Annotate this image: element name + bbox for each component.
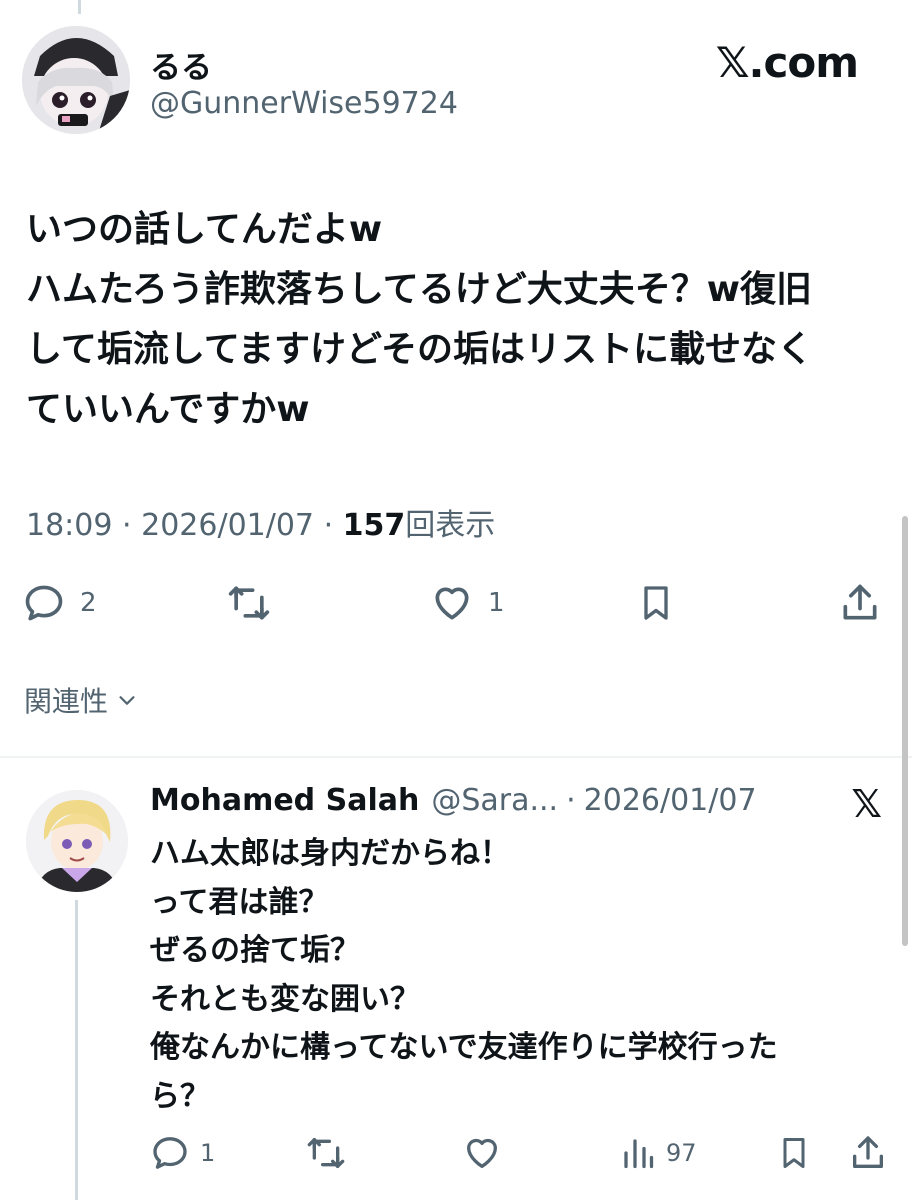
bookmark-button[interactable] — [636, 578, 676, 628]
like-button[interactable] — [462, 1128, 502, 1178]
share-icon — [853, 1136, 883, 1168]
thread-connector-top — [78, 0, 81, 14]
reply-avatar[interactable] — [26, 790, 128, 892]
author-handle[interactable]: @GunnerWise59724 — [150, 86, 458, 121]
share-button[interactable] — [848, 1128, 888, 1178]
tweet-time: 18:09 — [26, 508, 113, 543]
views-button[interactable]: 97 — [620, 1128, 697, 1178]
views-icon — [624, 1139, 654, 1169]
like-button[interactable]: 1 — [430, 578, 505, 628]
reply-author-name[interactable]: Mohamed Salah — [150, 783, 419, 818]
reply-count: 2 — [80, 588, 97, 618]
reply-action-bar: 1 97 — [0, 1128, 912, 1178]
reply-icon — [153, 1137, 187, 1169]
divider — [0, 756, 912, 758]
meta-separator: · — [122, 508, 132, 543]
chevron-down-icon — [119, 696, 135, 705]
like-count: 1 — [488, 588, 505, 618]
tweet-action-bar: 2 1 — [0, 578, 912, 628]
meta-separator: · — [566, 783, 576, 818]
x-logo-icon: 𝕏.com — [715, 38, 859, 87]
bookmark-icon — [783, 1138, 805, 1168]
share-icon — [843, 584, 877, 620]
reply-count: 1 — [200, 1139, 216, 1167]
share-button[interactable] — [838, 578, 882, 628]
view-count: 157 — [342, 508, 406, 543]
reply-button[interactable]: 1 — [150, 1128, 215, 1178]
sort-relevance-toggle[interactable]: 関連性 — [24, 680, 138, 720]
views-label: 回表示 — [405, 508, 496, 543]
bookmark-button[interactable] — [776, 1128, 812, 1178]
x-logo-icon: 𝕏 — [851, 782, 882, 826]
like-icon — [435, 587, 469, 620]
scrollbar[interactable] — [902, 516, 908, 946]
sort-label: 関連性 — [24, 685, 109, 718]
reply-author-handle[interactable]: @Sara... — [431, 783, 558, 818]
tweet-date[interactable]: 2026/01/07 — [141, 508, 314, 543]
reply-button[interactable]: 2 — [22, 578, 97, 628]
retweet-button[interactable] — [305, 1128, 347, 1178]
reply-icon — [25, 585, 63, 621]
avatar[interactable] — [22, 26, 130, 134]
author-name[interactable]: るる — [150, 42, 212, 87]
reply-date[interactable]: 2026/01/07 — [584, 783, 757, 818]
view-count: 97 — [666, 1139, 697, 1167]
retweet-icon — [228, 586, 270, 620]
retweet-icon — [307, 1138, 345, 1168]
reply-text: ハム太郎は身内だからね！ って君は誰？ ぜるの捨て垢？ それとも変な囲い？ 俺な… — [150, 836, 778, 1114]
reply-header: Mohamed Salah @Sara... · 2026/01/07 — [150, 783, 757, 818]
tweet-text: いつの話してんだよw ハムたろう詐欺落ちしてるけど大丈夫そ？w復旧 して垢流して… — [26, 209, 813, 430]
meta-separator: · — [323, 508, 334, 543]
bookmark-icon — [644, 586, 668, 620]
retweet-button[interactable] — [226, 578, 272, 628]
like-icon — [467, 1138, 497, 1168]
tweet-meta: 18:09 · 2026/01/07 · 157回表示 — [26, 500, 495, 544]
